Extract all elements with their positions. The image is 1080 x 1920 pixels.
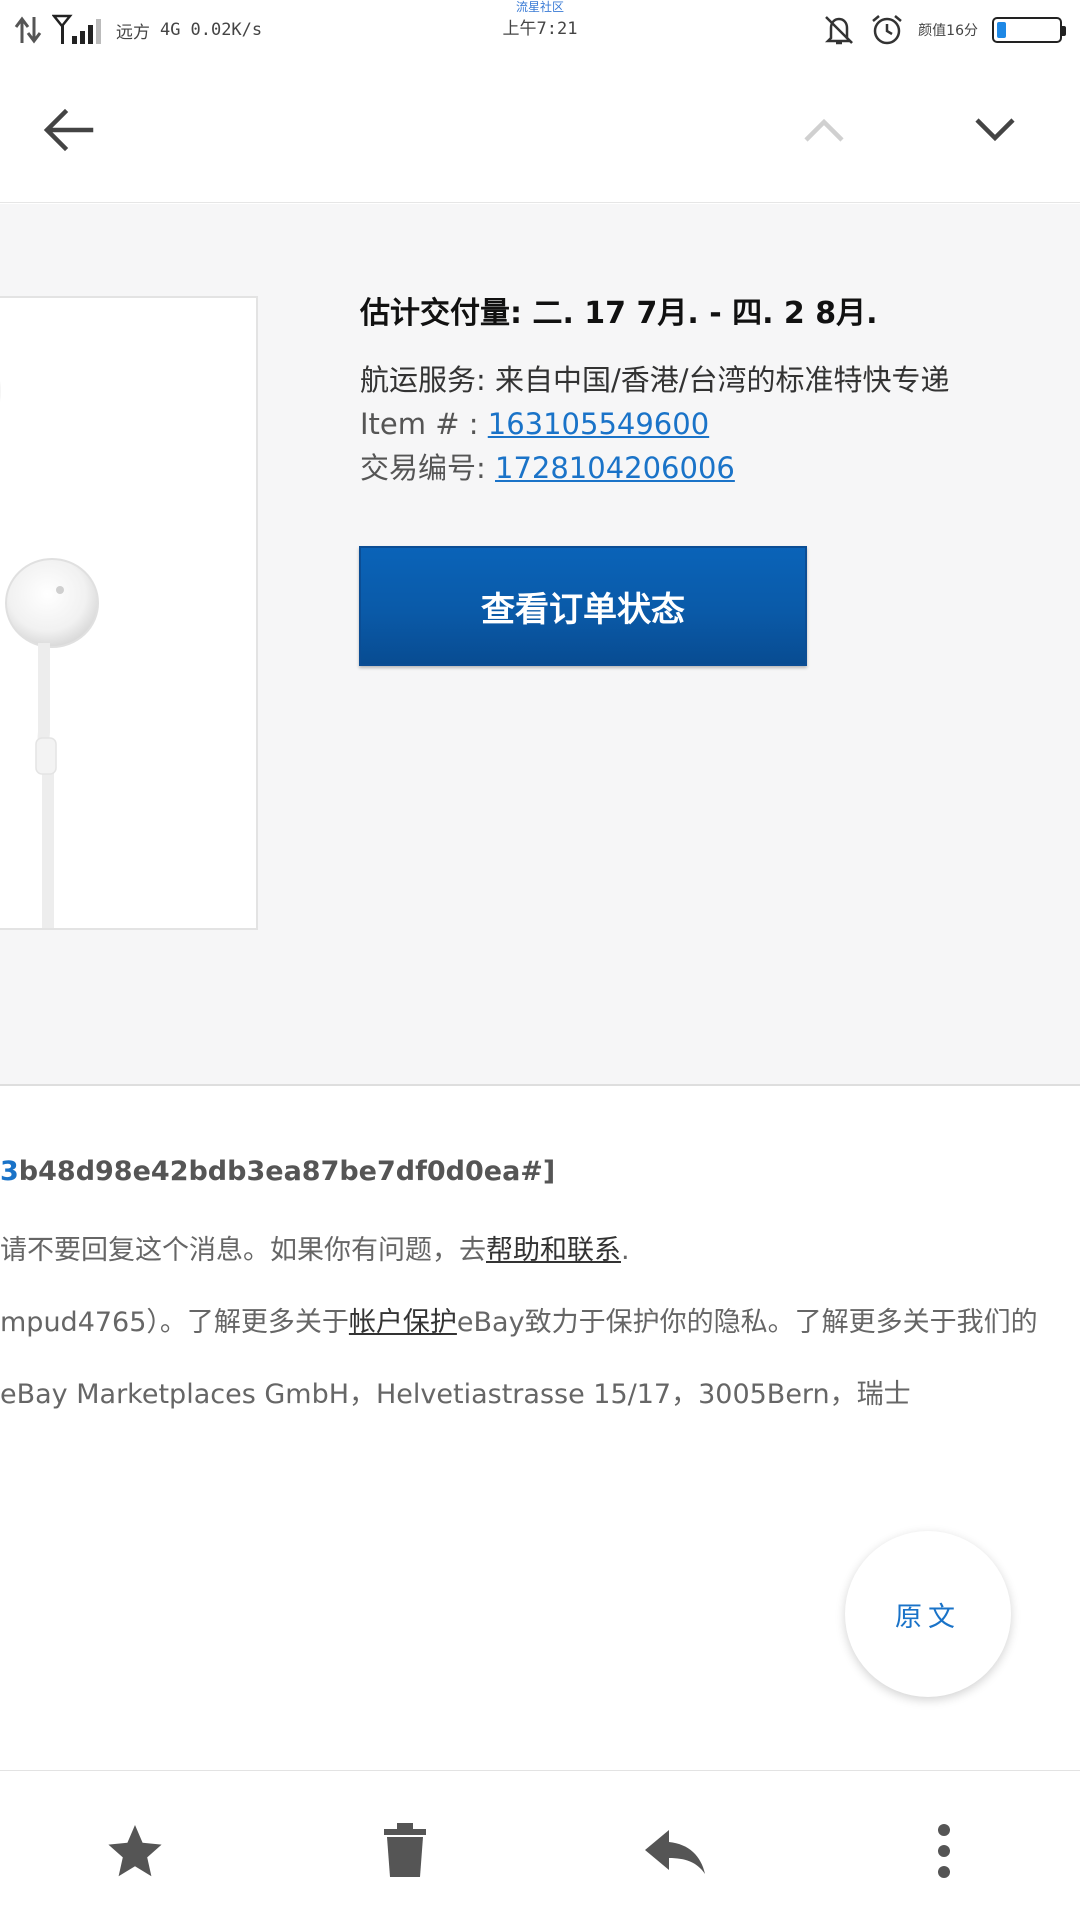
- battery-level: [997, 22, 1006, 38]
- original-text-button[interactable]: 原文: [845, 1531, 1011, 1697]
- chevron-down-icon: [975, 118, 1015, 142]
- shipping-value: 来自中国/香港/台湾的标准特快专递: [495, 363, 950, 397]
- privacy-notice-text: eBay致力于保护你的隐私。了解更多关于我们的: [456, 1307, 1038, 1338]
- app-label: 颜值16分: [918, 23, 978, 39]
- status-bar: 远方 4G 0.02K/s 流星社区 上午7:21 颜值16分: [0, 0, 1080, 60]
- reply-button[interactable]: [635, 1811, 715, 1891]
- shipping-label: 航运服务:: [360, 363, 495, 397]
- earphone-image: [0, 380, 99, 928]
- company-address: eBay Marketplaces GmbH，Helvetiastrasse 1…: [0, 1379, 911, 1410]
- bottom-action-bar: [0, 1770, 1080, 1920]
- email-toolbar: [0, 60, 1080, 203]
- bell-muted-icon: [825, 16, 854, 45]
- alarm-clock-icon: [872, 15, 902, 45]
- no-reply-suffix: .: [621, 1235, 630, 1266]
- transaction-row: 交易编号: 1728104206006: [360, 446, 1060, 490]
- back-arrow-icon: [43, 108, 94, 152]
- item-number-link[interactable]: 163105549600: [488, 407, 709, 441]
- account-protection-notice: mpud4765）。了解更多关于帐户保护eBay致力于保护你的隐私。了解更多关于…: [0, 1300, 1038, 1339]
- transaction-label: 交易编号:: [360, 451, 495, 485]
- item-number-row: Item # : 163105549600: [360, 402, 1060, 446]
- delete-button[interactable]: [365, 1811, 445, 1891]
- view-order-status-button[interactable]: 查看订单状态: [359, 546, 807, 666]
- reference-hash-lead: 3: [0, 1156, 19, 1187]
- product-image[interactable]: [0, 296, 258, 930]
- item-number-label: Item # :: [360, 407, 488, 441]
- trash-icon: [384, 1823, 426, 1877]
- battery-icon: [992, 17, 1066, 43]
- reply-icon: [645, 1830, 705, 1874]
- battery-tip: [1062, 26, 1066, 36]
- next-email-button[interactable]: [960, 95, 1030, 165]
- status-right: 颜值16分: [822, 12, 1066, 48]
- no-reply-notice: 请不要回复这个消息。如果你有问题，去帮助和联系.: [0, 1228, 630, 1267]
- star-button[interactable]: [95, 1811, 175, 1891]
- back-button[interactable]: [34, 95, 104, 165]
- previous-email-button[interactable]: [789, 95, 859, 165]
- no-reply-text: 请不要回复这个消息。如果你有问题，去: [0, 1235, 486, 1266]
- more-vert-icon: [938, 1824, 950, 1878]
- chevron-up-icon: [804, 118, 844, 142]
- more-options-button[interactable]: [904, 1811, 984, 1891]
- order-card: 估计交付量: 二. 17 7月. - 四. 2 8月. 航运服务: 来自中国/香…: [0, 204, 1080, 1086]
- shipping-service: 航运服务: 来自中国/香港/台湾的标准特快专递: [360, 358, 1060, 402]
- account-notice-text: mpud4765）。了解更多关于: [0, 1307, 349, 1338]
- order-details: 估计交付量: 二. 17 7月. - 四. 2 8月. 航运服务: 来自中国/香…: [360, 292, 1060, 490]
- account-protection-link[interactable]: 帐户保护: [349, 1307, 457, 1338]
- star-icon: [108, 1825, 162, 1877]
- reference-hash: 3b48d98e42bdb3ea87be7df0d0ea#]: [0, 1156, 555, 1187]
- reference-hash-rest: b48d98e42bdb3ea87be7df0d0ea#]: [18, 1156, 556, 1187]
- help-contact-link[interactable]: 帮助和联系: [486, 1235, 621, 1266]
- transaction-number-link[interactable]: 1728104206006: [495, 451, 735, 485]
- delivery-estimate: 估计交付量: 二. 17 7月. - 四. 2 8月.: [360, 296, 878, 331]
